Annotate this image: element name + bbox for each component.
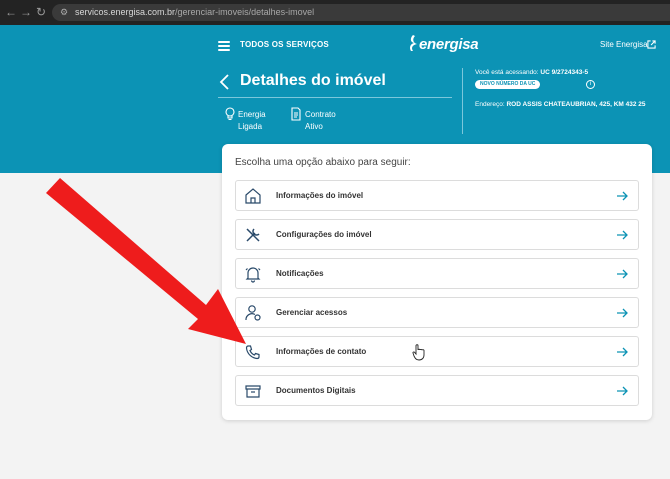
option-label: Gerenciar acessos	[276, 308, 348, 317]
contract-label: Contrato	[305, 110, 336, 119]
header-vertical-divider	[462, 68, 463, 134]
new-uc-badge: NOVO NÚMERO DA UC	[475, 80, 541, 89]
external-link-icon[interactable]	[647, 40, 656, 49]
option-contact-info[interactable]: Informações de contato	[235, 336, 639, 367]
back-chevron-icon[interactable]	[218, 73, 232, 91]
address-text: Endereço: ROD ASSIS CHATEAUBRIAN, 425, K…	[475, 101, 646, 108]
uc-number: UC 9/2724343-5	[540, 69, 589, 76]
options-prompt: Escolha uma opção abaixo para seguir:	[235, 157, 411, 168]
accessing-uc-text: Você está acessando: UC 9/2724343-5	[475, 69, 588, 76]
option-manage-access[interactable]: Gerenciar acessos	[235, 297, 639, 328]
url-text: servicos.energisa.com.br/gerenciar-imove…	[75, 7, 314, 17]
site-info-icon[interactable]: ⚙	[60, 7, 70, 17]
url-host: servicos.energisa.com.br	[75, 7, 176, 17]
logo-text: energisa	[419, 36, 479, 53]
all-services-link[interactable]: TODOS OS SERVIÇOS	[240, 40, 329, 49]
archive-icon	[245, 385, 261, 398]
lightbulb-icon	[225, 107, 235, 121]
option-label: Configurações do imóvel	[276, 230, 372, 239]
arrow-right-icon	[617, 191, 628, 201]
address-value: ROD ASSIS CHATEAUBRIAN, 425, KM 432 25	[506, 101, 646, 108]
contract-status: Contrato Ativo	[305, 109, 336, 133]
arrow-right-icon	[617, 230, 628, 240]
header-divider	[218, 97, 452, 98]
back-icon[interactable]: ←	[4, 5, 18, 19]
option-label: Notificações	[276, 269, 324, 278]
annotation-arrow-shape	[46, 178, 246, 344]
hand-pointer-icon	[412, 344, 425, 361]
option-notifications[interactable]: Notificações	[235, 258, 639, 289]
phone-icon	[245, 345, 260, 360]
hamburger-menu-icon[interactable]	[218, 41, 230, 51]
option-label: Informações de contato	[276, 347, 367, 356]
option-digital-documents[interactable]: Documentos Digitais	[235, 375, 639, 406]
accessing-prefix: Você está acessando:	[475, 69, 539, 76]
option-label: Documentos Digitais	[276, 386, 356, 395]
site-energisa-link[interactable]: Site Energisa	[600, 40, 648, 49]
energy-status: Energia Ligada	[238, 109, 266, 133]
arrow-right-icon	[617, 269, 628, 279]
house-icon	[245, 188, 261, 204]
forward-icon[interactable]: →	[19, 5, 33, 19]
info-icon[interactable]: i	[586, 80, 595, 89]
arrow-right-icon	[617, 386, 628, 396]
arrow-right-icon	[617, 347, 628, 357]
user-settings-icon	[245, 305, 261, 321]
energisa-logo[interactable]: energisa	[407, 34, 479, 53]
address-prefix: Endereço:	[475, 101, 505, 108]
energy-label: Energia	[238, 110, 266, 119]
option-property-info[interactable]: Informações do imóvel	[235, 180, 639, 211]
option-property-settings[interactable]: Configurações do imóvel	[235, 219, 639, 250]
browser-toolbar: ← → ↻ ⚙ servicos.energisa.com.br/gerenci…	[0, 0, 670, 25]
reload-icon[interactable]: ↻	[34, 5, 48, 19]
contract-value: Ativo	[305, 122, 323, 131]
url-path: /gerenciar-imoveis/detalhes-imovel	[175, 7, 315, 17]
page-title: Detalhes do imóvel	[240, 72, 386, 89]
energisa-logo-mark	[410, 35, 417, 51]
document-icon	[291, 107, 301, 121]
option-label: Informações do imóvel	[276, 191, 364, 200]
arrow-right-icon	[617, 308, 628, 318]
address-bar[interactable]: ⚙ servicos.energisa.com.br/gerenciar-imo…	[52, 4, 670, 21]
energy-value: Ligada	[238, 122, 263, 131]
bell-icon	[245, 267, 261, 283]
tools-icon	[246, 228, 260, 242]
